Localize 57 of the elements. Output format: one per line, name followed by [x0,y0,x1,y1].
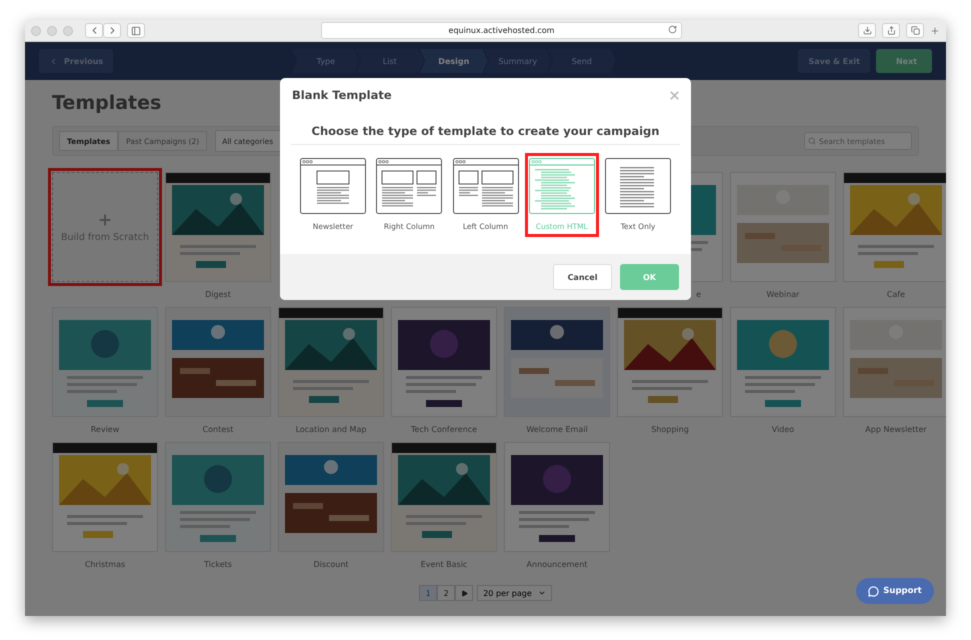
plus-icon [97,212,113,228]
template-name: Announcement [526,559,588,571]
address-bar[interactable]: equinux.activehosted.com [321,22,682,39]
tabs-icon [910,26,920,35]
wizard-step[interactable]: List [356,49,424,73]
reload-icon[interactable] [668,25,677,34]
chat-bubble-icon [868,586,880,596]
new-tab-icon[interactable] [930,26,940,36]
wizard-step[interactable]: Type [292,49,360,73]
next-page-button[interactable] [455,585,474,601]
layout-icon [452,158,518,214]
caret-icon [538,589,546,597]
sidebar-button[interactable] [127,23,145,38]
template-name: Contest [202,424,234,436]
template-name: Christmas [84,559,126,571]
ok-button[interactable]: OK [620,264,679,290]
text-layout-icon [605,158,671,214]
chevron-left-icon [49,56,58,66]
sidebar-icon [131,26,141,36]
back-button[interactable] [85,23,103,38]
template-name: Tickets [204,559,232,571]
download-icon [862,26,872,35]
template-name: Discount [313,559,349,571]
layout-icon [376,158,442,214]
dialog-subtitle: Choose the type of template to create your campaign [291,124,680,145]
forward-button[interactable] [103,23,121,38]
support-button[interactable]: Support [856,578,934,604]
template-name: Location and Map [296,424,366,436]
search-icon [808,137,816,145]
template-name: Welcome Email [526,424,588,436]
per-page-dropdown[interactable]: 20 per page [477,585,552,601]
template-name: Video [772,424,794,436]
code-layout-icon [528,158,595,214]
next-icon [460,590,468,596]
template-name: e [696,289,702,301]
page-button[interactable]: 2 [437,585,456,601]
template-name: Tech Conference [410,424,478,436]
template-name: Cafe [886,289,906,301]
next-button[interactable]: Next [876,49,932,73]
template-name: Review [90,424,120,436]
tabs-button[interactable] [906,23,924,38]
wizard-step[interactable]: Summary [484,49,552,73]
cancel-button[interactable]: Cancel [553,264,612,290]
layout-icon [300,158,366,214]
template-name: App Newsletter [865,424,927,436]
share-button[interactable] [882,23,900,38]
template-name: Webinar [766,289,800,301]
dialog-title: Blank Template [292,88,392,102]
template-name: Event Basic [420,559,468,571]
download-button[interactable] [858,23,876,38]
share-icon [886,26,896,35]
page-button[interactable]: 1 [419,585,438,601]
template-name: Shopping [651,424,689,436]
wizard-step[interactable]: Send [548,49,616,73]
template-name: Digest [205,289,231,301]
page-title: Templates [52,92,162,114]
wizard-step[interactable]: Design [420,49,488,73]
